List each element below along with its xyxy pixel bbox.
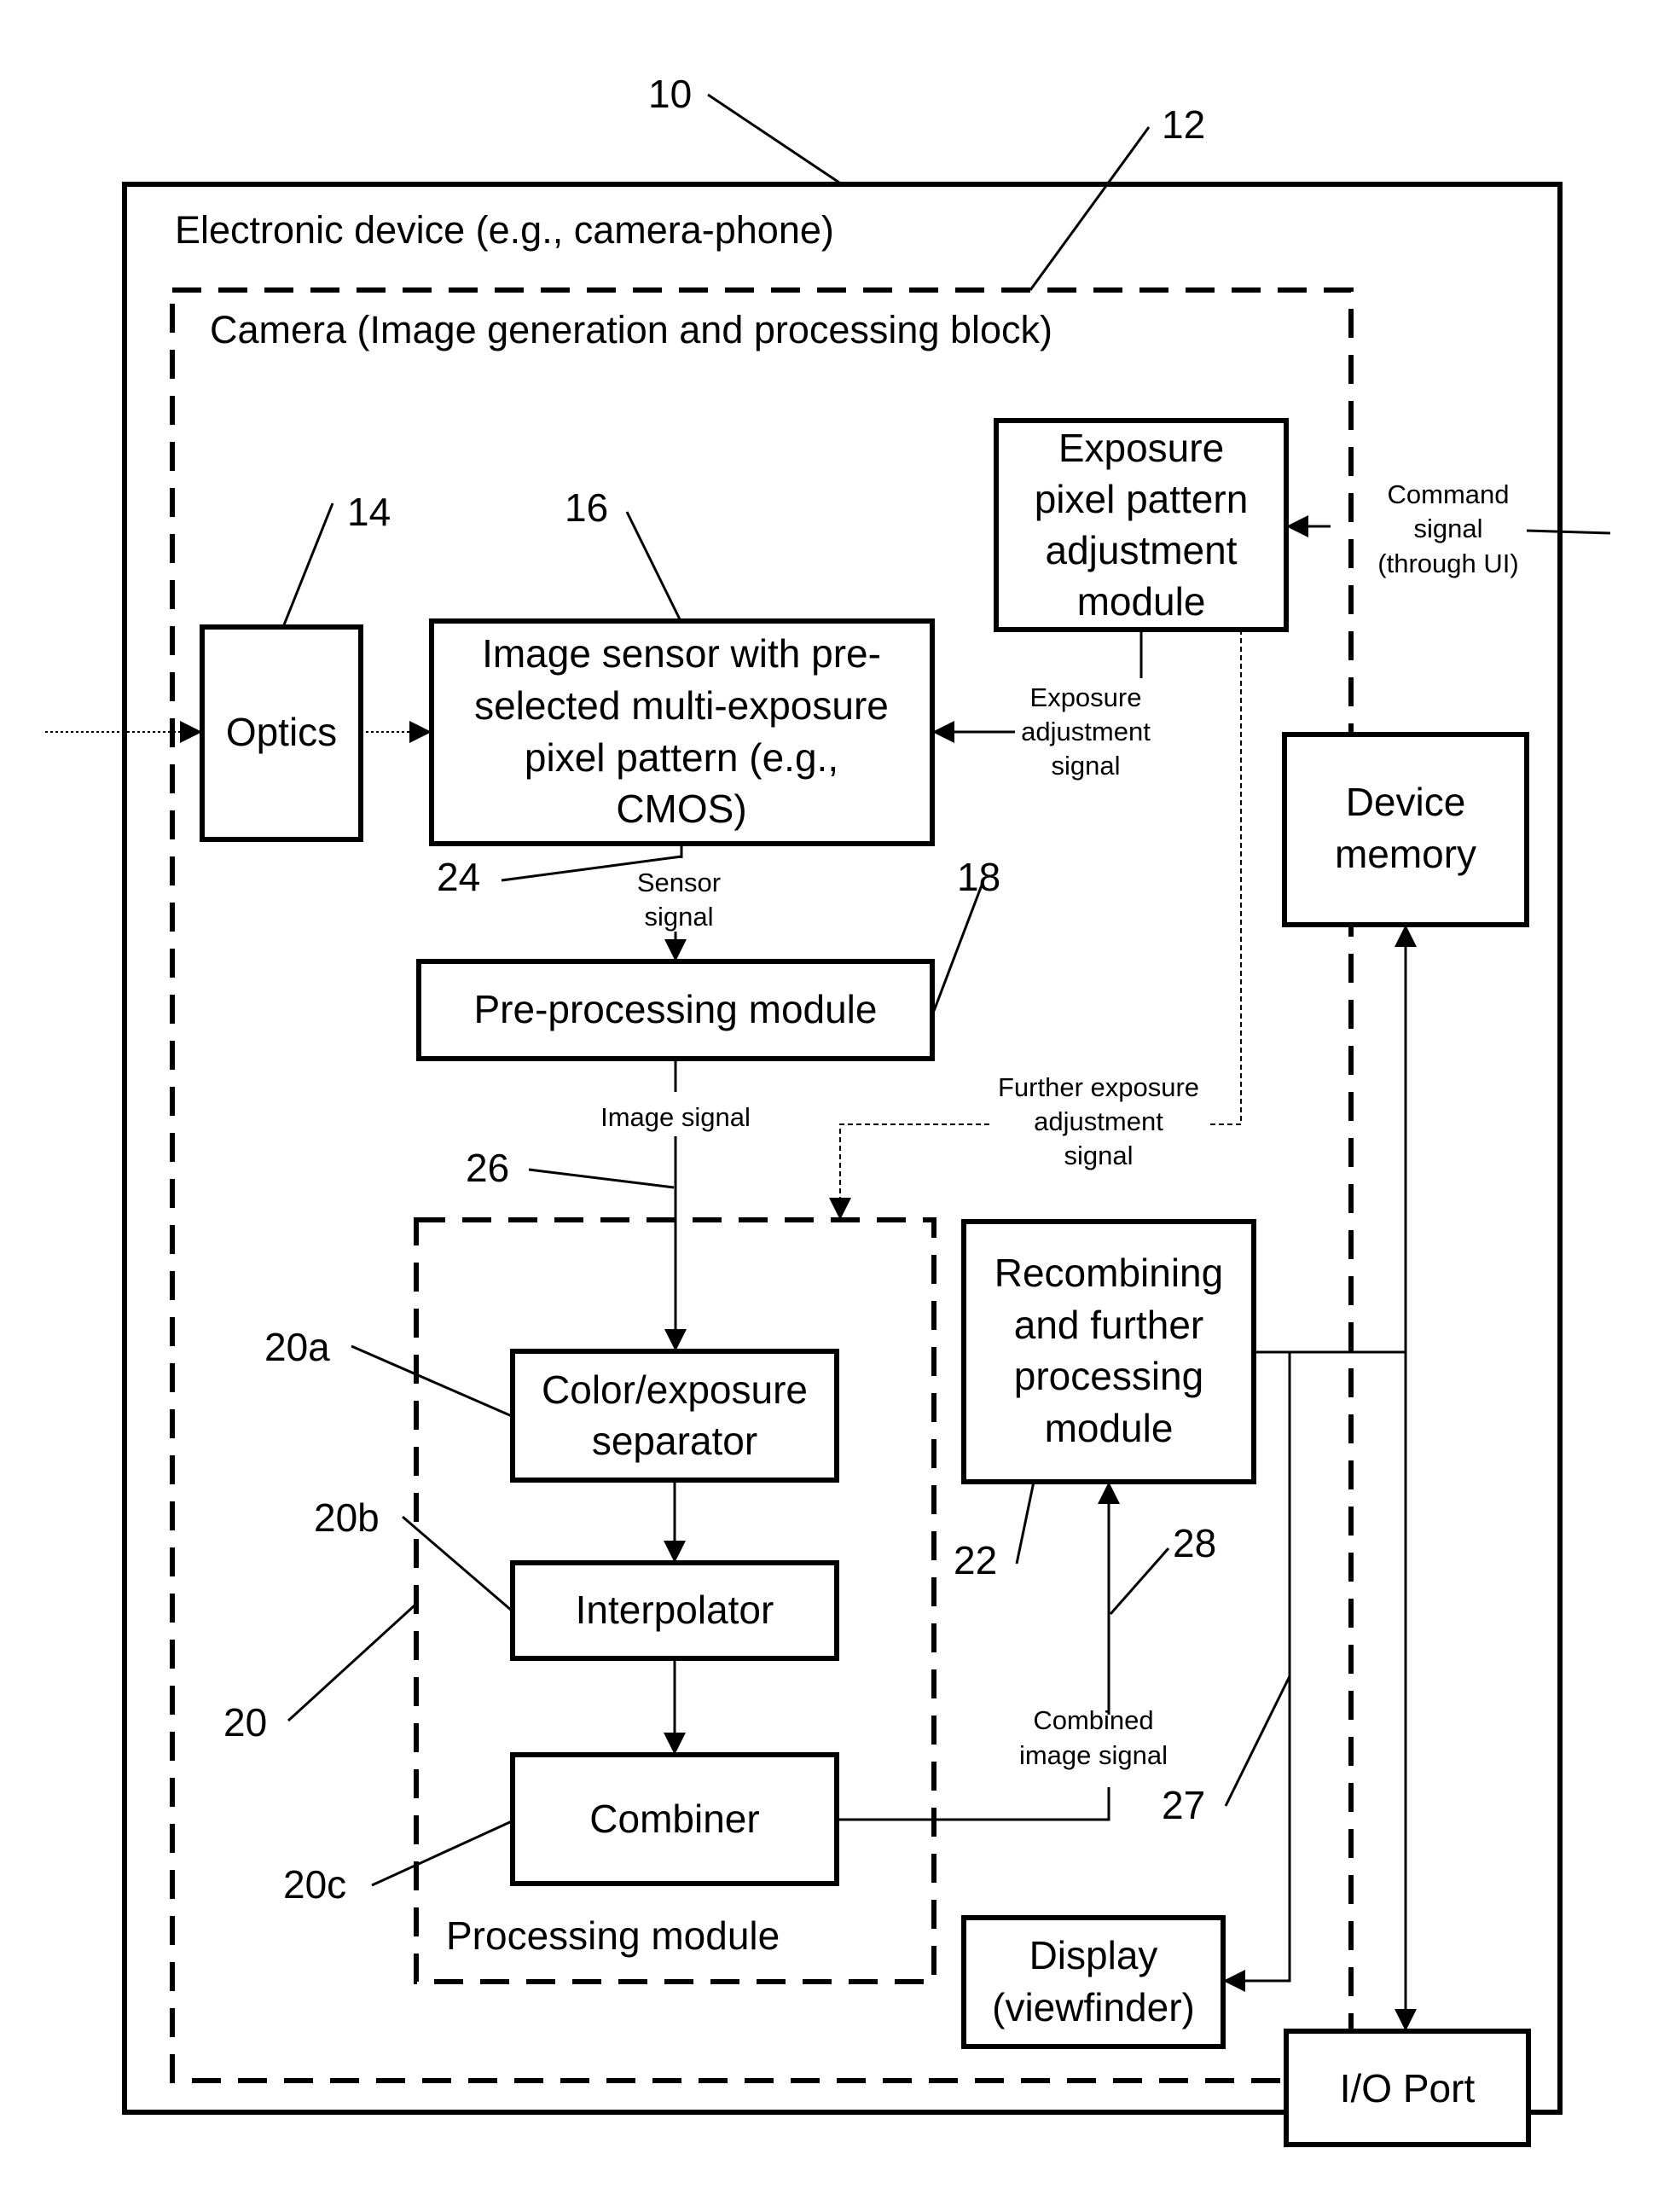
further-exposure-label-1: Further exposure: [998, 1072, 1199, 1102]
exposure-module-block: Exposure pixel pattern adjustment module: [994, 418, 1289, 632]
further-exposure-line-left: [829, 1123, 989, 1220]
image-sensor-label-2: selected multi-exposure: [474, 683, 889, 728]
exposure-adjustment-label-2: adjustment: [1021, 717, 1151, 746]
device-memory-box: [1282, 732, 1529, 927]
ref-16-leader: [625, 511, 682, 622]
further-exposure-line-right: [1207, 630, 1242, 1125]
separator-label-2: separator: [592, 1419, 757, 1463]
recombining-label-1: Recombining: [994, 1251, 1223, 1295]
display-label-2: (viewfinder): [992, 1985, 1195, 2029]
optics-block: Optics 14: [200, 490, 391, 842]
ref-24: 24: [437, 855, 480, 899]
combiner-block: Combiner 20c: [283, 1752, 839, 1907]
combined-image-signal: Combined image signal 28: [837, 1482, 1216, 1821]
ref-20-leader: [287, 1604, 416, 1722]
display-label-1: Display: [1029, 1933, 1158, 1977]
device-memory-label-1: Device: [1346, 780, 1466, 824]
io-port-block: I/O Port: [1284, 2029, 1531, 2147]
ref-20c-leader: [371, 1820, 513, 1887]
ref-20b-leader: [402, 1515, 513, 1612]
image-signal-label: Image signal: [600, 1102, 751, 1132]
command-signal-label-2: signal: [1414, 514, 1483, 543]
interpolator-label: Interpolator: [576, 1588, 774, 1632]
exposure-adjustment-label-3: signal: [1052, 751, 1121, 781]
ref-18-leader: [932, 882, 984, 1012]
combined-image-line-bottom: [837, 1787, 1110, 1821]
ref-14-leader: [281, 502, 334, 628]
device-memory-label-2: memory: [1335, 832, 1476, 876]
combined-image-label-2: image signal: [1019, 1740, 1168, 1770]
exposure-adjustment-label-1: Exposure: [1030, 682, 1142, 712]
recombining-label-2: and further: [1014, 1303, 1203, 1347]
ref-16: 16: [565, 485, 608, 530]
device-outline: [122, 182, 1563, 2115]
ref-10: 10: [648, 72, 692, 116]
ref-27-leader: [1224, 1675, 1291, 1807]
sensor-signal-label-2: signal: [645, 902, 714, 932]
display-block: Display (viewfinder): [961, 1915, 1226, 2049]
exposure-module-label-2: pixel pattern: [1035, 477, 1249, 521]
device-memory-block: Device memory: [1282, 732, 1529, 927]
recombining-label-3: processing: [1014, 1354, 1203, 1398]
image-sensor-block: Image sensor with pre- selected multi-ex…: [429, 485, 935, 846]
camera-phone-block-diagram: Electronic device (e.g., camera-phone) 1…: [45, 72, 1611, 2147]
separator-block: Color/exposure separator 20a: [264, 1325, 839, 1483]
device-container: Electronic device (e.g., camera-phone) 1…: [122, 72, 1563, 2115]
separator-label-1: Color/exposure: [542, 1367, 808, 1412]
image-signal: Image signal 26: [466, 1059, 751, 1351]
sensor-signal-label-1: Sensor: [637, 868, 721, 897]
command-signal-label-3: (through UI): [1377, 549, 1518, 578]
exposure-module-label-3: adjustment: [1045, 528, 1237, 572]
device-title: Electronic device (e.g., camera-phone): [175, 208, 834, 252]
optics-label: Optics: [226, 710, 337, 754]
ref-26-leader: [528, 1168, 675, 1189]
exposure-module-label-1: Exposure: [1058, 426, 1224, 470]
ref-20b: 20b: [314, 1495, 380, 1540]
ref-20c: 20c: [283, 1862, 346, 1907]
ref-28: 28: [1173, 1521, 1216, 1565]
ref-20a: 20a: [264, 1325, 330, 1369]
ref-10-leader: [707, 93, 843, 186]
sensor-signal: Sensor signal 24: [437, 844, 721, 961]
ref-26: 26: [466, 1146, 509, 1190]
further-exposure-label-2: adjustment: [1034, 1106, 1163, 1136]
recombining-label-4: module: [1045, 1406, 1174, 1450]
command-signal-line-outer: [1526, 529, 1611, 535]
ref-22-leader: [1015, 1481, 1035, 1565]
ref-14: 14: [347, 490, 391, 534]
ref-28-leader: [1109, 1547, 1170, 1615]
processing-module-title: Processing module: [446, 1913, 780, 1958]
combined-image-label-1: Combined: [1033, 1705, 1153, 1735]
interpolator-block: Interpolator 20b: [314, 1495, 839, 1661]
image-sensor-label-1: Image sensor with pre-: [482, 631, 881, 676]
exposure-module-label-4: module: [1077, 579, 1206, 624]
exposure-adjustment-signal: Exposure adjustment signal: [932, 630, 1151, 781]
ref-12: 12: [1162, 102, 1205, 147]
combiner-label: Combiner: [589, 1797, 759, 1841]
further-exposure-label-3: signal: [1064, 1141, 1134, 1170]
camera-title: Camera (Image generation and processing …: [210, 308, 1052, 351]
ref-20a-leader: [351, 1344, 513, 1418]
ref-12-leader: [1029, 126, 1151, 291]
io-port-label: I/O Port: [1340, 2066, 1476, 2110]
image-sensor-label-4: CMOS): [616, 787, 746, 831]
ref-20: 20: [223, 1700, 267, 1745]
ref-22: 22: [954, 1538, 997, 1582]
ref-27: 27: [1162, 1783, 1205, 1827]
preprocessing-label: Pre-processing module: [473, 987, 877, 1031]
image-sensor-label-3: pixel pattern (e.g.,: [525, 735, 838, 780]
command-signal-label-1: Command: [1388, 479, 1510, 509]
